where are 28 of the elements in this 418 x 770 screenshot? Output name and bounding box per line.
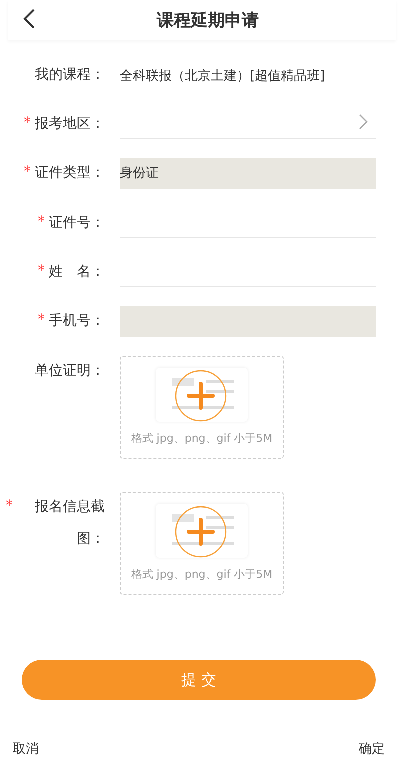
- required-mark: *: [38, 214, 45, 230]
- back-icon[interactable]: [22, 8, 36, 30]
- plus-icon: [175, 506, 227, 558]
- chevron-icon: [359, 114, 368, 130]
- required-mark: *: [6, 498, 13, 514]
- cancel-link[interactable]: 取消: [13, 740, 39, 758]
- upload-hint: 格式 jpg、png、gif 小于5M: [131, 431, 273, 446]
- readonly-field: 身份证: [120, 158, 376, 189]
- required-mark: *: [24, 164, 31, 180]
- submit-button[interactable]: 提 交: [22, 660, 376, 700]
- upload-area[interactable]: 格式 jpg、png、gif 小于5M: [120, 356, 284, 459]
- upload-hint: 格式 jpg、png、gif 小于5M: [131, 567, 273, 582]
- upload-area[interactable]: 格式 jpg、png、gif 小于5M: [120, 492, 284, 595]
- field-label: 姓 名：: [49, 263, 105, 281]
- required-mark: *: [38, 312, 45, 328]
- field-label: 报考地区：: [35, 115, 105, 133]
- confirm-link[interactable]: 确定: [359, 740, 385, 758]
- field-label: 单位证明：: [34, 362, 105, 381]
- course-name: 全科联报（北京土建）[超值精品班]: [120, 68, 326, 85]
- field-label: 证件类型：: [35, 164, 105, 182]
- field-label: 证件号：: [49, 214, 105, 232]
- required-mark: *: [38, 263, 45, 279]
- plus-icon: [175, 370, 227, 422]
- field-label: 我的课程：: [35, 66, 105, 84]
- field-label: 手机号：: [49, 312, 105, 330]
- required-mark: *: [24, 115, 31, 131]
- page-title: 课程延期申请: [157, 10, 259, 32]
- field-label: 报名信息截图：: [34, 498, 105, 549]
